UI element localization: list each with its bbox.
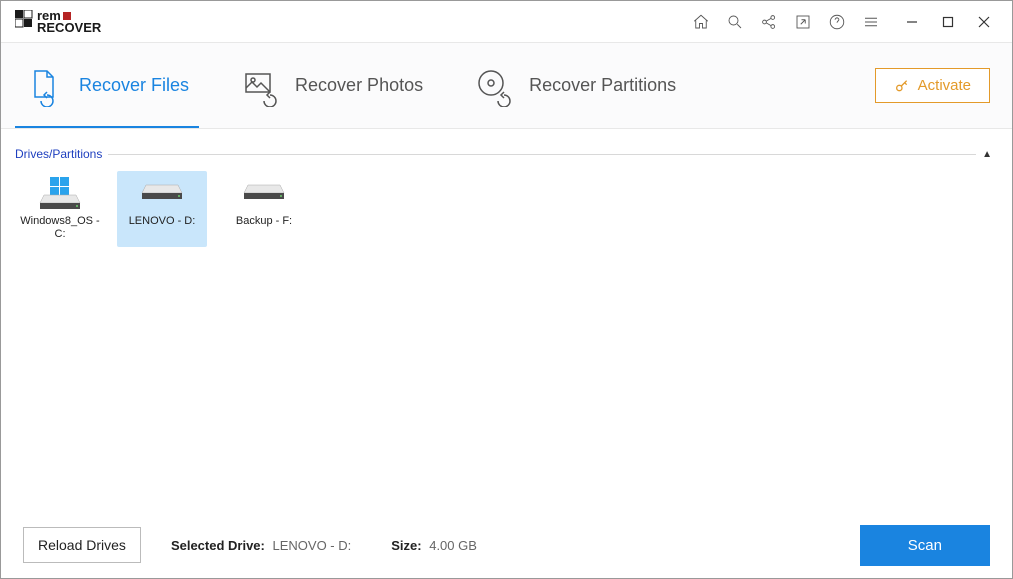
activate-label: Activate [918,77,971,94]
minimize-button[interactable] [894,2,930,42]
help-icon[interactable] [820,2,854,42]
tabbar: Recover Files Recover Photos Recover Par… [1,43,1012,129]
logo-line2: RECOVER [37,22,101,33]
section-header: Drives/Partitions ▲ [15,147,998,161]
drive-item[interactable]: LENOVO - D: [117,171,207,247]
search-icon[interactable] [718,2,752,42]
menu-icon[interactable] [854,2,888,42]
close-button[interactable] [966,2,1002,42]
tab-label: Recover Photos [295,75,423,96]
selected-drive-label: Selected Drive: [171,538,265,553]
partition-recover-icon [473,65,515,107]
logo-square-icon [63,12,71,20]
selected-drive-value: LENOVO - D: [273,538,352,553]
drive-label: Windows8_OS - C: [15,215,105,241]
tab-label: Recover Files [79,75,189,96]
collapse-caret-icon[interactable]: ▲ [982,149,998,160]
key-icon [894,78,910,94]
content-area: Drives/Partitions ▲ Windows8_OS - C: LEN… [1,129,1012,512]
footer: Reload Drives Selected Drive: LENOVO - D… [1,512,1012,578]
scan-button[interactable]: Scan [860,525,990,566]
footer-info: Selected Drive: LENOVO - D: Size: 4.00 G… [171,538,477,553]
photo-recover-icon [239,65,281,107]
drive-icon [36,177,84,209]
drive-item[interactable]: Backup - F: [219,171,309,247]
drive-label: Backup - F: [236,215,292,228]
drive-icon [138,177,186,209]
reload-drives-button[interactable]: Reload Drives [23,527,141,563]
file-recover-icon [23,65,65,107]
home-icon[interactable] [684,2,718,42]
drive-list: Windows8_OS - C: LENOVO - D: Backup - F: [15,167,998,247]
drive-icon [240,177,288,209]
export-icon[interactable] [786,2,820,42]
section-title: Drives/Partitions [15,147,102,161]
tab-label: Recover Partitions [529,75,676,96]
toolbar-icons [684,2,888,42]
drive-label: LENOVO - D: [129,215,196,228]
share-icon[interactable] [752,2,786,42]
size-value: 4.00 GB [429,538,477,553]
tab-recover-partitions[interactable]: Recover Partitions [473,43,676,128]
tab-recover-photos[interactable]: Recover Photos [239,43,423,128]
section-divider [108,154,976,155]
activate-button[interactable]: Activate [875,68,990,103]
size-label: Size: [391,538,421,553]
maximize-button[interactable] [930,2,966,42]
window-controls [894,2,1002,42]
drive-item[interactable]: Windows8_OS - C: [15,171,105,247]
app-logo: rem RECOVER [15,10,101,34]
tab-recover-files[interactable]: Recover Files [23,43,189,128]
titlebar: rem RECOVER [1,1,1012,43]
